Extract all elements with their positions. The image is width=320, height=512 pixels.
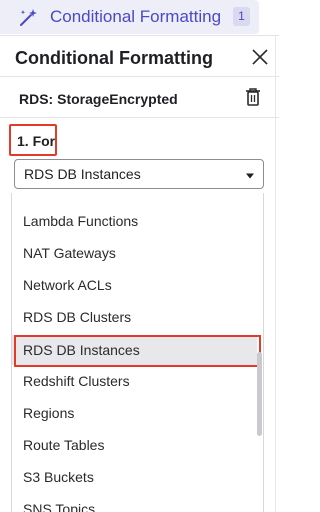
dropdown-option[interactable]: RDS DB Clusters	[12, 302, 257, 332]
close-icon	[252, 49, 268, 65]
rule-row: RDS: StorageEncrypted	[0, 78, 279, 118]
select-value: RDS DB Instances	[24, 166, 141, 182]
tab-label: Conditional Formatting	[50, 7, 222, 26]
caret-down-icon	[245, 168, 255, 179]
magic-wand-icon	[18, 7, 40, 27]
count-badge: 1	[233, 7, 250, 26]
tab-conditional-formatting[interactable]: Conditional Formatting 1	[0, 0, 259, 34]
rule-name: RDS: StorageEncrypted	[19, 91, 178, 107]
dropdown-option[interactable]: NAT Gateways	[12, 238, 257, 268]
section-label: 1. For	[17, 133, 56, 149]
dropdown-list: Lambda Functions NAT Gateways Network AC…	[11, 193, 264, 512]
panel-divider	[275, 36, 276, 512]
tab-bar: Conditional Formatting 1	[0, 0, 279, 36]
panel-title: Conditional Formatting	[15, 48, 213, 68]
dropdown-option-selected[interactable]: RDS DB Instances	[12, 335, 257, 365]
resource-type-select[interactable]: RDS DB Instances	[14, 159, 264, 189]
dropdown-option[interactable]: SNS Topics	[12, 494, 257, 512]
section-label-highlight: 1. For	[9, 124, 57, 156]
tab-spacer	[259, 0, 279, 34]
panel-header: Conditional Formatting	[0, 37, 279, 77]
dropdown-option[interactable]: Route Tables	[12, 430, 257, 460]
trash-icon	[246, 88, 260, 106]
dropdown-option[interactable]: Lambda Functions	[12, 206, 257, 236]
close-button[interactable]	[248, 45, 272, 69]
scrollbar-thumb[interactable]	[257, 352, 262, 436]
dropdown-option[interactable]: Redshift Clusters	[12, 366, 257, 396]
delete-rule-button[interactable]	[242, 86, 264, 108]
dropdown-option[interactable]: S3 Buckets	[12, 462, 257, 492]
dropdown-option[interactable]: Network ACLs	[12, 270, 257, 300]
dropdown-option[interactable]: Regions	[12, 398, 257, 428]
